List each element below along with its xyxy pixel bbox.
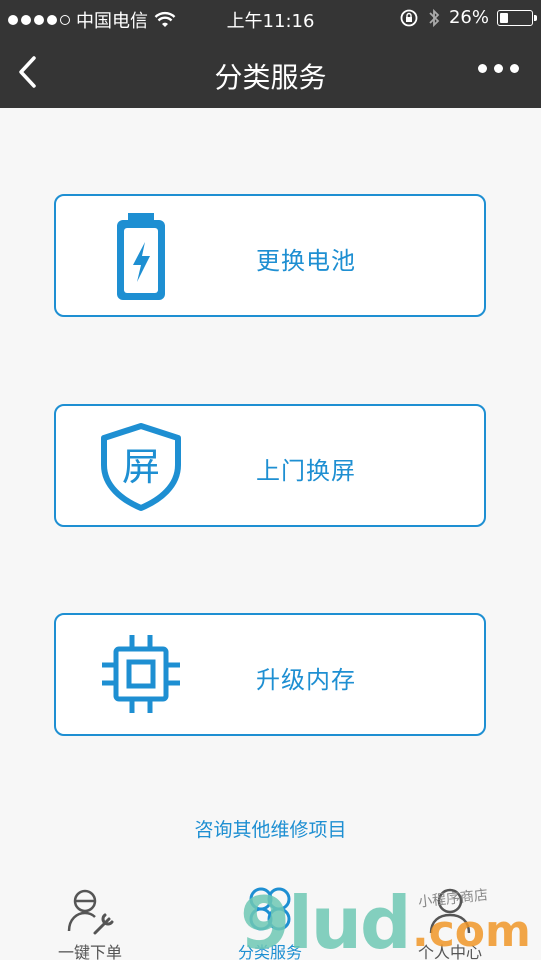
tab-personal-center[interactable]: 个人中心: [390, 885, 510, 960]
user-wrench-icon: [67, 889, 114, 935]
status-right: 26%: [399, 7, 537, 28]
tab-category-services[interactable]: 分类服务: [210, 885, 330, 960]
service-label: 更换电池: [256, 247, 356, 275]
more-dots-icon[interactable]: [478, 64, 519, 73]
page-title: 分类服务: [214, 61, 327, 94]
status-bar: 中国电信 上午11:16 26%: [0, 0, 541, 36]
nav-bar: 分类服务: [0, 36, 541, 108]
shield-screen-icon: 屏: [101, 423, 181, 511]
tab-bar: 一键下单 分类服务 个人中心: [0, 875, 541, 960]
tab-label: 一键下单: [57, 943, 122, 960]
tab-label: 分类服务: [237, 943, 302, 960]
shield-icon-text: 屏: [122, 445, 160, 489]
battery-charging-icon: [117, 213, 165, 300]
service-card-replace-battery[interactable]: 更换电池: [54, 194, 486, 317]
battery-percent: 26%: [448, 7, 489, 28]
service-card-upgrade-memory[interactable]: 升级内存: [54, 613, 486, 736]
service-label: 上门换屏: [256, 457, 356, 485]
tab-one-click-order[interactable]: 一键下单: [30, 885, 150, 960]
bluetooth-icon: [429, 8, 440, 27]
service-label: 升级内存: [256, 666, 356, 694]
category-clover-icon: [249, 887, 291, 931]
chip-icon: [102, 635, 180, 713]
consult-other-repairs-link[interactable]: 咨询其他维修项目: [0, 815, 541, 842]
service-card-screen-repair[interactable]: 屏 上门换屏: [54, 404, 486, 527]
tab-label: 个人中心: [417, 943, 482, 960]
battery-icon: [497, 9, 537, 26]
orientation-lock-icon: [400, 9, 418, 26]
user-icon: [429, 888, 471, 934]
